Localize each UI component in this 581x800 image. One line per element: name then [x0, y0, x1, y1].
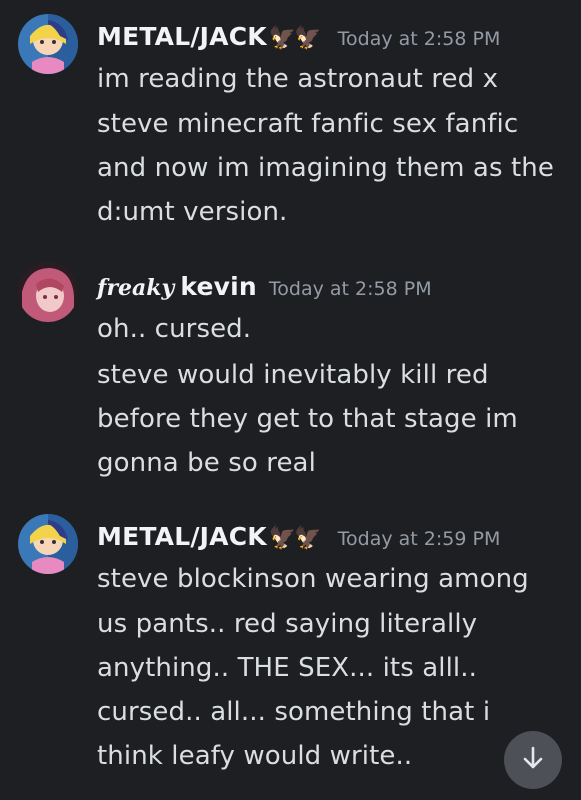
- eagle-icon: 🦅🦅: [268, 26, 322, 51]
- scroll-to-bottom-button[interactable]: [504, 731, 562, 789]
- message-line: oh.. cursed.: [97, 314, 252, 344]
- avatar-metal-jack[interactable]: [18, 514, 78, 574]
- message-header: freaky kevin Today at 2:58 PM: [97, 272, 432, 301]
- username[interactable]: METAL/JACK: [97, 22, 267, 51]
- message-line: us pants.. red saying literally: [97, 609, 478, 639]
- eagle-icon: 🦅🦅: [268, 526, 322, 551]
- username-prefix: freaky: [97, 275, 175, 301]
- message-line: before they get to that stage im: [97, 404, 518, 434]
- username[interactable]: kevin: [180, 272, 257, 301]
- message-line: steve would inevitably kill red: [97, 360, 489, 390]
- message-line: cursed.. all... something that i: [97, 697, 491, 727]
- message-line: gonna be so real: [97, 448, 316, 478]
- timestamp: Today at 2:59 PM: [337, 528, 501, 550]
- message-line: steve blockinson wearing among: [97, 564, 529, 594]
- message-line: im reading the astronaut red x: [97, 64, 499, 94]
- avatar-kevin[interactable]: [18, 262, 78, 322]
- message-header: METAL/JACK 🦅🦅 Today at 2:59 PM: [97, 522, 500, 551]
- avatar-metal-jack[interactable]: [18, 14, 78, 74]
- arrow-down-icon: [520, 745, 546, 775]
- username[interactable]: METAL/JACK: [97, 522, 267, 551]
- message-line: and now im imagining them as the: [97, 153, 554, 183]
- message-line: steve minecraft fanfic sex fanfic: [97, 109, 519, 139]
- timestamp: Today at 2:58 PM: [268, 278, 432, 300]
- message-line: anything.. THE SEX... its alll..: [97, 653, 477, 683]
- timestamp: Today at 2:58 PM: [337, 28, 501, 50]
- message-line: think leafy would write..: [97, 741, 413, 771]
- message-line: d:umt version.: [97, 197, 288, 227]
- message-header: METAL/JACK 🦅🦅 Today at 2:58 PM: [97, 22, 500, 51]
